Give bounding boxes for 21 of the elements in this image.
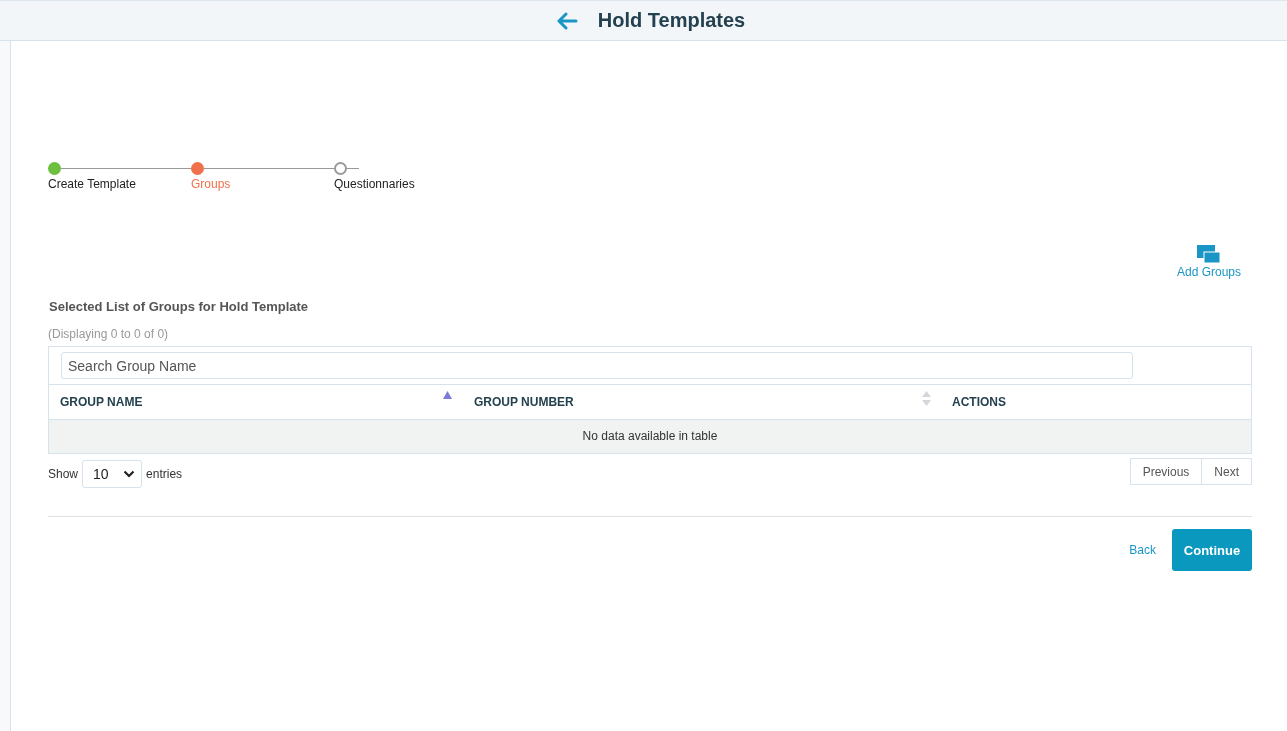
pagination-button[interactable]: Previous (1129, 458, 1203, 485)
page-title: Hold Templates (597, 9, 746, 32)
step-label[interactable]: Questionnaries (334, 177, 415, 191)
back-link[interactable]: Back (1129, 543, 1156, 557)
column-header[interactable]: GROUP NAME (60, 395, 143, 409)
search-field[interactable]: Search Group Name (61, 352, 1133, 379)
step-label[interactable]: Create Template (48, 177, 136, 191)
entries-label: entries (146, 467, 183, 481)
column-header[interactable]: GROUP NUMBER (474, 395, 574, 409)
section-title: Selected List of Groups for Hold Template (49, 299, 310, 314)
show-label: Show (48, 467, 79, 481)
column-header[interactable]: ACTIONS (952, 395, 1006, 409)
empty-table-message: No data available in table (49, 420, 1251, 453)
pagination-button[interactable]: Next (1202, 458, 1252, 485)
entries-select[interactable]: 10 (82, 460, 143, 488)
add-groups-button[interactable]: Add Groups (1176, 243, 1241, 279)
sort-ascending-icon[interactable] (443, 391, 452, 399)
chevron-down-icon (123, 470, 136, 478)
back-arrow-icon[interactable] (555, 11, 578, 30)
displaying-count: (Displaying 0 to 0 of 0) (48, 327, 170, 341)
group-icon (1194, 243, 1223, 265)
